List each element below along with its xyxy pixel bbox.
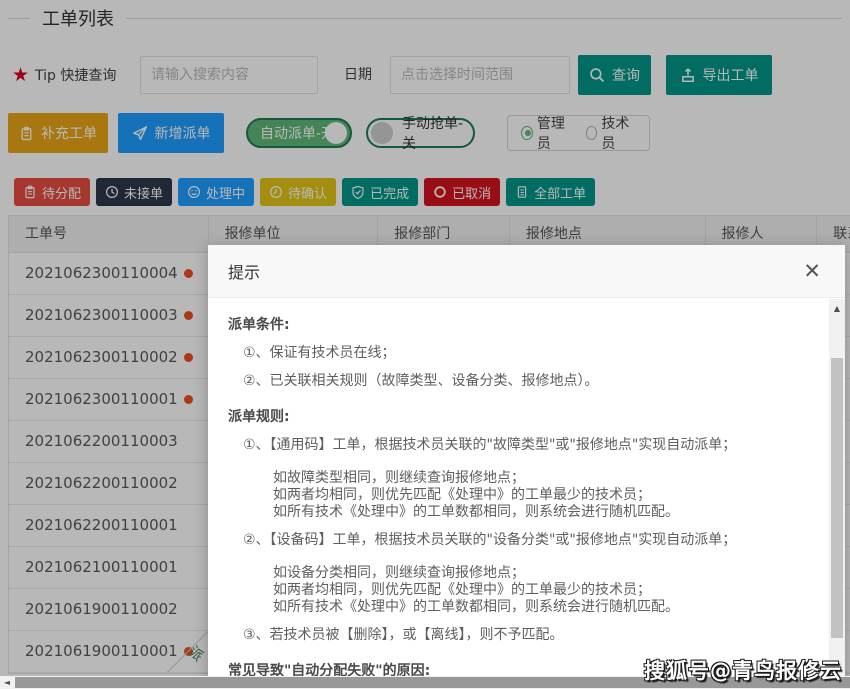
modal-section-heading: 派单规则: <box>228 409 823 426</box>
modal-body: 派单条件: ①、保证有技术员在线； ②、已关联相关规则（故障类型、设备分类、报修地点… <box>208 299 829 689</box>
modal-rule-item: ①、【通用码】工单，根据技术员关联的"故障类型"或"报修地点"实现自动派单； <box>243 437 823 454</box>
scroll-up-arrow[interactable]: ▲ <box>829 301 845 317</box>
modal-rule-subline: 如两者均相同，则优先匹配《处理中》的工单最少的技术员； <box>273 582 823 599</box>
modal-rule-subline: 如所有技术《处理中》的工单数都相同，则系统会进行随机匹配。 <box>273 599 823 616</box>
modal-rule-subline: 如故障类型相同，则继续查询报修地点； <box>273 470 823 487</box>
watermark: 搜狐号@青鸟报修云 <box>644 655 842 685</box>
modal-rule-sublines: 如设备分类相同，则继续查询报修地点；如两者均相同，则优先匹配《处理中》的工单最少… <box>273 565 823 616</box>
hscroll-left-arrow[interactable]: ◄ <box>0 676 14 689</box>
scroll-thumb[interactable] <box>831 358 843 638</box>
modal-section-heading: 派单条件: <box>228 317 823 334</box>
modal-scrollbar[interactable]: ▲ ▼ <box>829 299 845 689</box>
modal-header: 提示 ✕ <box>208 245 845 298</box>
modal-rule-sublines: 如故障类型相同，则继续查询报修地点；如两者均相同，则优先匹配《处理中》的工单最少… <box>273 470 823 521</box>
modal-rule-item: ②、【设备码】工单，根据技术员关联的"设备分类"或"报修地点"实现自动派单； <box>243 532 823 549</box>
close-icon[interactable]: ✕ <box>799 259 825 284</box>
modal-rule-subline: 如设备分类相同，则继续查询报修地点； <box>273 565 823 582</box>
modal-rule-item: ②、已关联相关规则（故障类型、设备分类、报修地点）。 <box>243 373 823 390</box>
modal-rule-subline: 如两者均相同，则优先匹配《处理中》的工单最少的技术员； <box>273 487 823 504</box>
modal-title: 提示 <box>228 259 799 283</box>
modal-rule-subline: 如所有技术《处理中》的工单数都相同，则系统会进行随机匹配。 <box>273 504 823 521</box>
modal-rule-item: ③、若技术员被【删除】，或【离线】，则不予匹配。 <box>243 627 823 644</box>
tip-modal: 提示 ✕ 派单条件: ①、保证有技术员在线； ②、已关联相关规则（故障类型、设备分类… <box>208 245 845 689</box>
modal-rule-item: ①、保证有技术员在线； <box>243 345 823 362</box>
